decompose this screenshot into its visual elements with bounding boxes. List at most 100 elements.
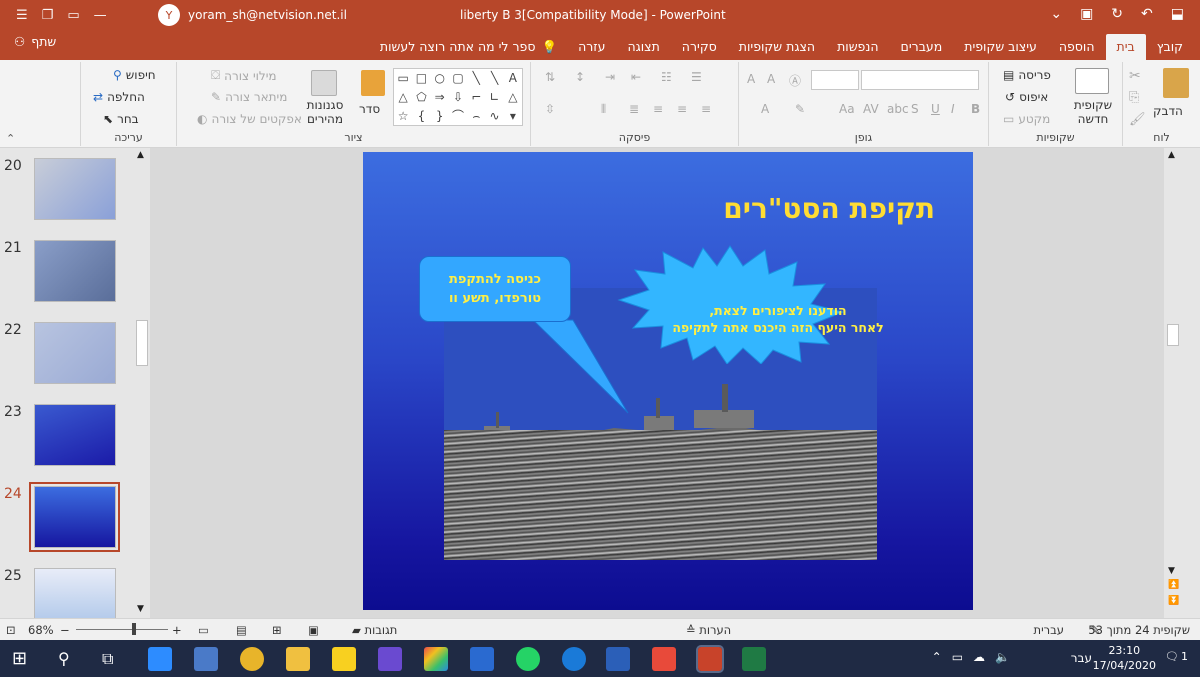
onenote-icon[interactable] bbox=[378, 647, 402, 671]
save-icon[interactable]: ⬓ bbox=[1171, 6, 1184, 22]
zoom-level[interactable]: 68% bbox=[28, 623, 54, 637]
input-language[interactable]: עבר bbox=[1071, 651, 1092, 665]
shape-line2-icon[interactable]: ╲ bbox=[485, 69, 503, 88]
align-text-icon[interactable]: ⇳ bbox=[545, 102, 555, 116]
tab-file[interactable]: קובץ bbox=[1146, 34, 1194, 60]
tab-animations[interactable]: הנפשות bbox=[826, 34, 889, 60]
mail-icon[interactable] bbox=[470, 647, 494, 671]
tab-help[interactable]: עזרה bbox=[567, 34, 616, 60]
tab-home[interactable]: בית bbox=[1105, 34, 1146, 60]
shape-brace-icon[interactable]: { bbox=[412, 107, 430, 126]
clock[interactable]: 23:10 17/04/2020 bbox=[1093, 643, 1156, 673]
shape-arc-icon[interactable]: ⌢ bbox=[467, 107, 485, 126]
scroll-up-icon[interactable]: ▲ bbox=[1168, 150, 1175, 160]
spellcheck-icon[interactable]: ✎ bbox=[1090, 623, 1100, 637]
shape-effects-button[interactable]: אפקטים של צורה ◐ bbox=[197, 112, 302, 126]
speech-callout[interactable]: כניסה להתקפת טורפדו, תשע וו bbox=[419, 256, 571, 322]
justify-icon[interactable]: ≣ bbox=[629, 102, 639, 116]
fit-to-window-icon[interactable]: ⊡ bbox=[6, 623, 16, 637]
slide-title[interactable]: תקיפת הסט"רים bbox=[723, 192, 935, 225]
align-right-icon[interactable]: ≡ bbox=[701, 102, 711, 116]
slide-sorter-icon[interactable]: ⊞ bbox=[272, 623, 282, 637]
select-button[interactable]: בחר ⬉ bbox=[103, 112, 139, 126]
quick-styles-icon[interactable] bbox=[311, 70, 337, 96]
burst-text[interactable]: הודענו לציפורים לצאת, לאחר היעף הזה היכנ… bbox=[663, 302, 893, 336]
font-name-select[interactable] bbox=[861, 70, 979, 90]
edge-icon[interactable] bbox=[562, 647, 586, 671]
increase-indent-icon[interactable]: ⇥ bbox=[605, 70, 615, 84]
new-slide-button[interactable]: שקופית חדשה bbox=[1069, 98, 1117, 126]
account-email[interactable]: yoram_sh@netvision.net.il bbox=[188, 8, 347, 22]
thumbnails-scrollbar[interactable]: ▲ ▼ bbox=[134, 148, 150, 618]
zoom-out-icon[interactable]: − bbox=[60, 623, 70, 637]
tab-design[interactable]: עיצוב שקופית bbox=[953, 34, 1048, 60]
shape-outline-button[interactable]: מיתאר צורה ✎ bbox=[211, 90, 287, 104]
quick-styles-button[interactable]: סגנונות מהירים bbox=[303, 98, 347, 126]
numbering-icon[interactable]: ☷ bbox=[661, 70, 672, 84]
start-presentation-icon[interactable]: ▣ bbox=[1080, 6, 1093, 22]
italic-icon[interactable]: I bbox=[951, 102, 955, 116]
underline-icon[interactable]: U bbox=[931, 102, 940, 116]
shape-triangle2-icon[interactable]: △ bbox=[504, 88, 522, 107]
copy-icon[interactable]: ⎘ bbox=[1129, 90, 1139, 105]
shape-arrowdown-icon[interactable]: ⇩ bbox=[449, 88, 467, 107]
new-slide-icon[interactable] bbox=[1075, 68, 1109, 94]
volume-icon[interactable]: 🔈 bbox=[995, 650, 1010, 664]
scroll-down-icon[interactable]: ▼ bbox=[1168, 566, 1175, 576]
font-size-select[interactable] bbox=[811, 70, 859, 90]
next-slide-icon[interactable]: ⏬ bbox=[1168, 596, 1179, 606]
shape-fill-button[interactable]: מילוי צורה ⛋ bbox=[211, 68, 277, 83]
font-size-increase-icon[interactable]: A bbox=[747, 72, 755, 86]
layout-button[interactable]: פריסה ▤ bbox=[1003, 68, 1051, 82]
bold-icon[interactable]: B bbox=[971, 102, 980, 116]
shape-connector2-icon[interactable]: ∟ bbox=[485, 88, 503, 107]
thumb-slide-24[interactable] bbox=[34, 486, 116, 548]
shape-textbox-icon[interactable]: ▭ bbox=[394, 69, 412, 88]
arrange-button[interactable]: סדר bbox=[359, 102, 380, 116]
clear-format-icon[interactable]: Ⓐ bbox=[789, 72, 801, 89]
tab-insert[interactable]: הוספה bbox=[1048, 34, 1106, 60]
powerpoint-icon[interactable] bbox=[696, 645, 724, 673]
shape-triangle-icon[interactable]: △ bbox=[394, 88, 412, 107]
zoom-slider[interactable] bbox=[76, 629, 168, 630]
shapes-gallery[interactable]: ▭ □ ○ ▢ ╲ ╲ A △ ⬠ ⇒ ⇩ ⌐ ∟ △ ☆{} ⌒ ⌢ ∿ ▾ bbox=[393, 68, 523, 126]
bullets-icon[interactable]: ☰ bbox=[691, 70, 702, 84]
align-left-icon[interactable]: ≡ bbox=[653, 102, 663, 116]
shadow-icon[interactable]: S bbox=[911, 102, 919, 116]
anydesk-icon[interactable] bbox=[652, 647, 676, 671]
shape-arrow-icon[interactable]: ⇒ bbox=[431, 88, 449, 107]
zoom-app-icon[interactable] bbox=[148, 647, 172, 671]
text-direction-icon[interactable]: ⇅ bbox=[545, 70, 555, 84]
word-icon[interactable] bbox=[606, 647, 630, 671]
reset-button[interactable]: איפוס ↺ bbox=[1005, 90, 1048, 104]
shape-pentagon-icon[interactable]: ⬠ bbox=[412, 88, 430, 107]
reading-view-icon[interactable]: ▤ bbox=[236, 623, 247, 637]
whatsapp-icon[interactable] bbox=[516, 647, 540, 671]
shape-text-icon[interactable]: A bbox=[504, 69, 522, 88]
normal-view-icon[interactable]: ▣ bbox=[308, 623, 319, 637]
editor-scrollbar[interactable]: ▲ ▼ ⏫ ⏬ bbox=[1164, 148, 1182, 618]
slide-counter[interactable]: שקופית 24 מתוך 53 bbox=[1088, 623, 1190, 637]
char-spacing-icon[interactable]: AV bbox=[863, 102, 879, 116]
tray-chevron-icon[interactable]: ⌃ bbox=[932, 650, 942, 664]
columns-icon[interactable]: ⫴ bbox=[601, 102, 606, 117]
tab-slideshow[interactable]: הצגת שקופיות bbox=[728, 34, 826, 60]
find-button[interactable]: חיפוש ⚲ bbox=[113, 68, 156, 82]
tab-view[interactable]: תצוגה bbox=[616, 34, 670, 60]
section-button[interactable]: מקטע ▭ bbox=[1003, 112, 1050, 126]
scroll-thumb[interactable] bbox=[1167, 324, 1179, 346]
font-color-icon[interactable]: A bbox=[761, 102, 769, 116]
maximize-icon[interactable]: ▭ bbox=[67, 8, 79, 23]
battery-icon[interactable]: ▭ bbox=[952, 650, 963, 664]
scroll-down-icon[interactable]: ▼ bbox=[137, 604, 144, 614]
redo-icon[interactable]: ↻ bbox=[1111, 6, 1123, 22]
replace-button[interactable]: החלפה ⇄ bbox=[93, 90, 145, 104]
slide-canvas[interactable]: תקיפת הסט"רים הודענו לציפורים לצאת, לאחר… bbox=[363, 152, 973, 610]
cloud-icon[interactable]: ☁ bbox=[973, 650, 985, 664]
highlight-icon[interactable]: ✎ bbox=[795, 102, 805, 116]
tab-review[interactable]: סקירה bbox=[671, 34, 728, 60]
align-center-icon[interactable]: ≡ bbox=[677, 102, 687, 116]
share-button[interactable]: שתף ⚇ bbox=[14, 34, 56, 49]
thumb-slide-23[interactable] bbox=[34, 404, 116, 466]
restore-icon[interactable]: ❐ bbox=[42, 8, 54, 23]
